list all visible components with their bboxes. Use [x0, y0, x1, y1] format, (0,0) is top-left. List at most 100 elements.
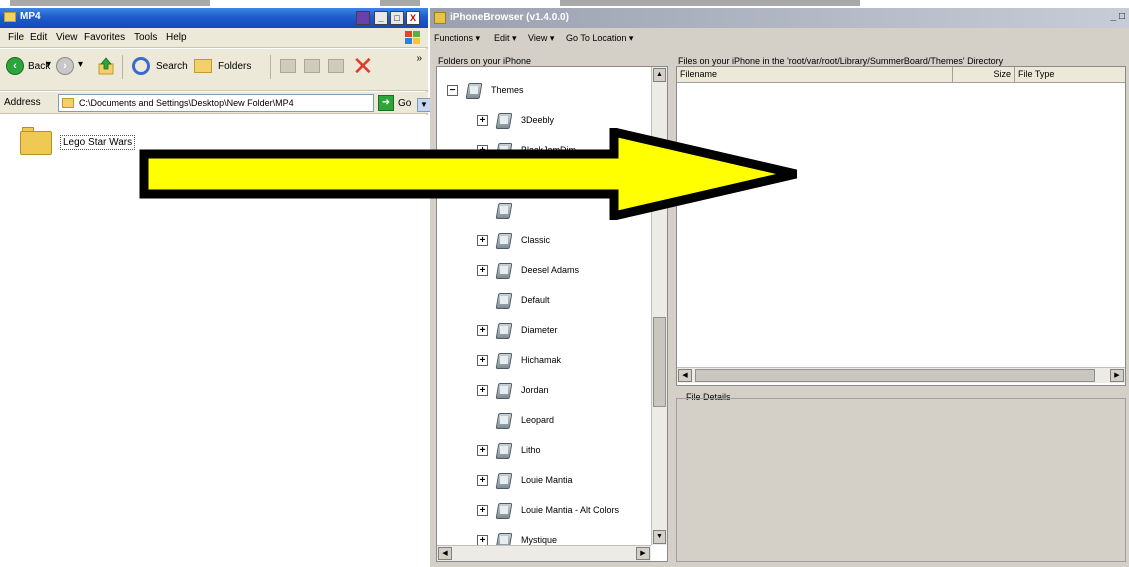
column-size[interactable]: Size: [953, 67, 1015, 83]
scroll-up-icon[interactable]: ▲: [653, 68, 666, 82]
tree-root-label: Themes: [491, 85, 524, 95]
expand-icon[interactable]: +: [477, 355, 488, 366]
address-dropdown-icon[interactable]: ▼: [417, 98, 431, 112]
scroll-right-icon[interactable]: ▶: [1110, 369, 1124, 382]
undo-icon[interactable]: [328, 59, 344, 73]
app-icon: [434, 12, 446, 24]
copy-to-icon[interactable]: [304, 59, 320, 73]
folder-item-label[interactable]: Lego Star Wars: [60, 135, 136, 150]
maximize-button[interactable]: □: [390, 11, 404, 25]
delete-icon[interactable]: ✕: [352, 53, 374, 79]
windows-logo-icon: [404, 30, 422, 46]
expand-icon[interactable]: +: [477, 115, 488, 126]
up-folder-icon[interactable]: [98, 57, 114, 75]
address-label: Address: [4, 97, 41, 108]
menu-view[interactable]: View ▾: [528, 33, 554, 44]
tree-item-label: Litho: [521, 445, 541, 455]
collapse-icon[interactable]: −: [447, 85, 458, 96]
scroll-right-icon[interactable]: ▶: [636, 547, 650, 560]
folder-icon: [4, 12, 16, 22]
tree-item-label: Deesel Adams: [521, 265, 580, 275]
toolbar-separator: [270, 55, 271, 79]
back-dropdown-icon[interactable]: ▾: [46, 59, 51, 70]
forward-arrow-icon[interactable]: ›: [56, 57, 74, 75]
theme-folder-icon: [493, 409, 515, 431]
theme-folder-icon: [493, 499, 515, 521]
column-file-type[interactable]: File Type: [1015, 67, 1125, 83]
expand-icon[interactable]: +: [477, 475, 488, 486]
tree-item-label: Louie Mantia - Alt Colors: [521, 505, 620, 515]
theme-folder-icon: [493, 469, 515, 491]
tree-horizontal-scrollbar[interactable]: ◀ ▶: [437, 545, 651, 561]
move-to-icon[interactable]: [280, 59, 296, 73]
theme-folder-icon: [493, 229, 515, 251]
forward-dropdown-icon[interactable]: ▾: [78, 59, 83, 70]
menu-edit[interactable]: Edit ▾: [494, 33, 517, 44]
file-list-horizontal-scrollbar[interactable]: ◀ ▶: [677, 367, 1125, 383]
tree-item-label: Mystique: [521, 535, 558, 545]
menu-view[interactable]: View: [56, 32, 78, 43]
theme-folder-icon: [493, 349, 515, 371]
toolbar-separator: [122, 55, 123, 79]
menu-functions[interactable]: Functions ▾: [434, 33, 480, 44]
address-input[interactable]: C:\Documents and Settings\Desktop\New Fo…: [58, 94, 431, 112]
scroll-down-icon[interactable]: ▼: [653, 530, 666, 544]
explorer-window: MP4 _ □ X File Edit View Favorites Tools…: [0, 8, 431, 567]
window-control-buttons[interactable]: _ □: [1111, 11, 1125, 22]
address-bar: Address C:\Documents and Settings\Deskto…: [0, 92, 431, 114]
iphonebrowser-window: iPhoneBrowser (v1.4.0.0) _ □ Functions ▾…: [430, 8, 1129, 567]
explorer-titlebar[interactable]: MP4 _ □ X: [0, 8, 428, 28]
scroll-thumb[interactable]: [695, 369, 1095, 382]
tree-item-label: Louie Mantia: [521, 475, 573, 485]
scroll-left-icon[interactable]: ◀: [438, 547, 452, 560]
taskbar-fragment: [10, 0, 210, 6]
expand-icon[interactable]: +: [477, 505, 488, 516]
search-icon[interactable]: [132, 57, 150, 75]
folder-icon: [62, 98, 74, 108]
window-menu-icon[interactable]: [356, 11, 370, 25]
back-arrow-icon[interactable]: ‹: [6, 57, 24, 75]
scroll-left-icon[interactable]: ◀: [678, 369, 692, 382]
scroll-thumb[interactable]: [653, 317, 666, 407]
expand-icon[interactable]: +: [477, 265, 488, 276]
theme-folder-icon: [463, 79, 485, 101]
explorer-menubar: File Edit View Favorites Tools Help: [0, 28, 428, 48]
file-list-header: Filename Size File Type: [677, 67, 1125, 83]
tree-item-label: Classic: [521, 235, 551, 245]
menu-help[interactable]: Help: [166, 32, 187, 43]
expand-icon[interactable]: +: [477, 445, 488, 456]
expand-icon[interactable]: +: [477, 385, 488, 396]
menu-edit[interactable]: Edit: [30, 32, 47, 43]
menu-file[interactable]: File: [8, 32, 24, 43]
tree-item-label: Hichamak: [521, 355, 562, 365]
file-list[interactable]: Filename Size File Type ◀ ▶: [676, 66, 1126, 386]
close-button[interactable]: X: [406, 11, 420, 25]
tree-item-label: Default: [521, 295, 550, 305]
go-button[interactable]: Go: [398, 98, 411, 109]
theme-folder-icon: [493, 289, 515, 311]
explorer-toolbar: ‹ Back ▾ › ▾ Search Folders ✕ »: [0, 49, 428, 91]
files-panel-label: Files on your iPhone in the 'root/var/ro…: [676, 56, 1006, 66]
menu-favorites[interactable]: Favorites: [84, 32, 125, 43]
file-details-panel: [676, 398, 1126, 562]
minimize-button[interactable]: _: [374, 11, 388, 25]
tree-item-label: Jordan: [521, 385, 549, 395]
go-arrow-icon[interactable]: ➜: [378, 95, 394, 111]
folders-button[interactable]: Folders: [218, 61, 251, 72]
iphonebrowser-titlebar[interactable]: iPhoneBrowser (v1.4.0.0) _ □: [430, 8, 1129, 28]
explorer-title: MP4: [20, 11, 41, 22]
folder-icon[interactable]: [20, 127, 52, 155]
menu-tools[interactable]: Tools: [134, 32, 157, 43]
theme-folder-icon: [493, 439, 515, 461]
expand-icon[interactable]: +: [477, 235, 488, 246]
toolbar-more-button[interactable]: »: [416, 53, 422, 64]
address-value: C:\Documents and Settings\Desktop\New Fo…: [79, 98, 294, 108]
folders-icon[interactable]: [194, 59, 212, 73]
tree-item-label: 3Deebly: [521, 115, 555, 125]
theme-folder-icon: [493, 259, 515, 281]
expand-icon[interactable]: +: [477, 325, 488, 336]
menu-go-to-location[interactable]: Go To Location ▾: [566, 33, 633, 44]
search-button[interactable]: Search: [156, 61, 188, 72]
column-filename[interactable]: Filename: [677, 67, 953, 83]
tree-item-label: Leopard: [521, 415, 555, 425]
